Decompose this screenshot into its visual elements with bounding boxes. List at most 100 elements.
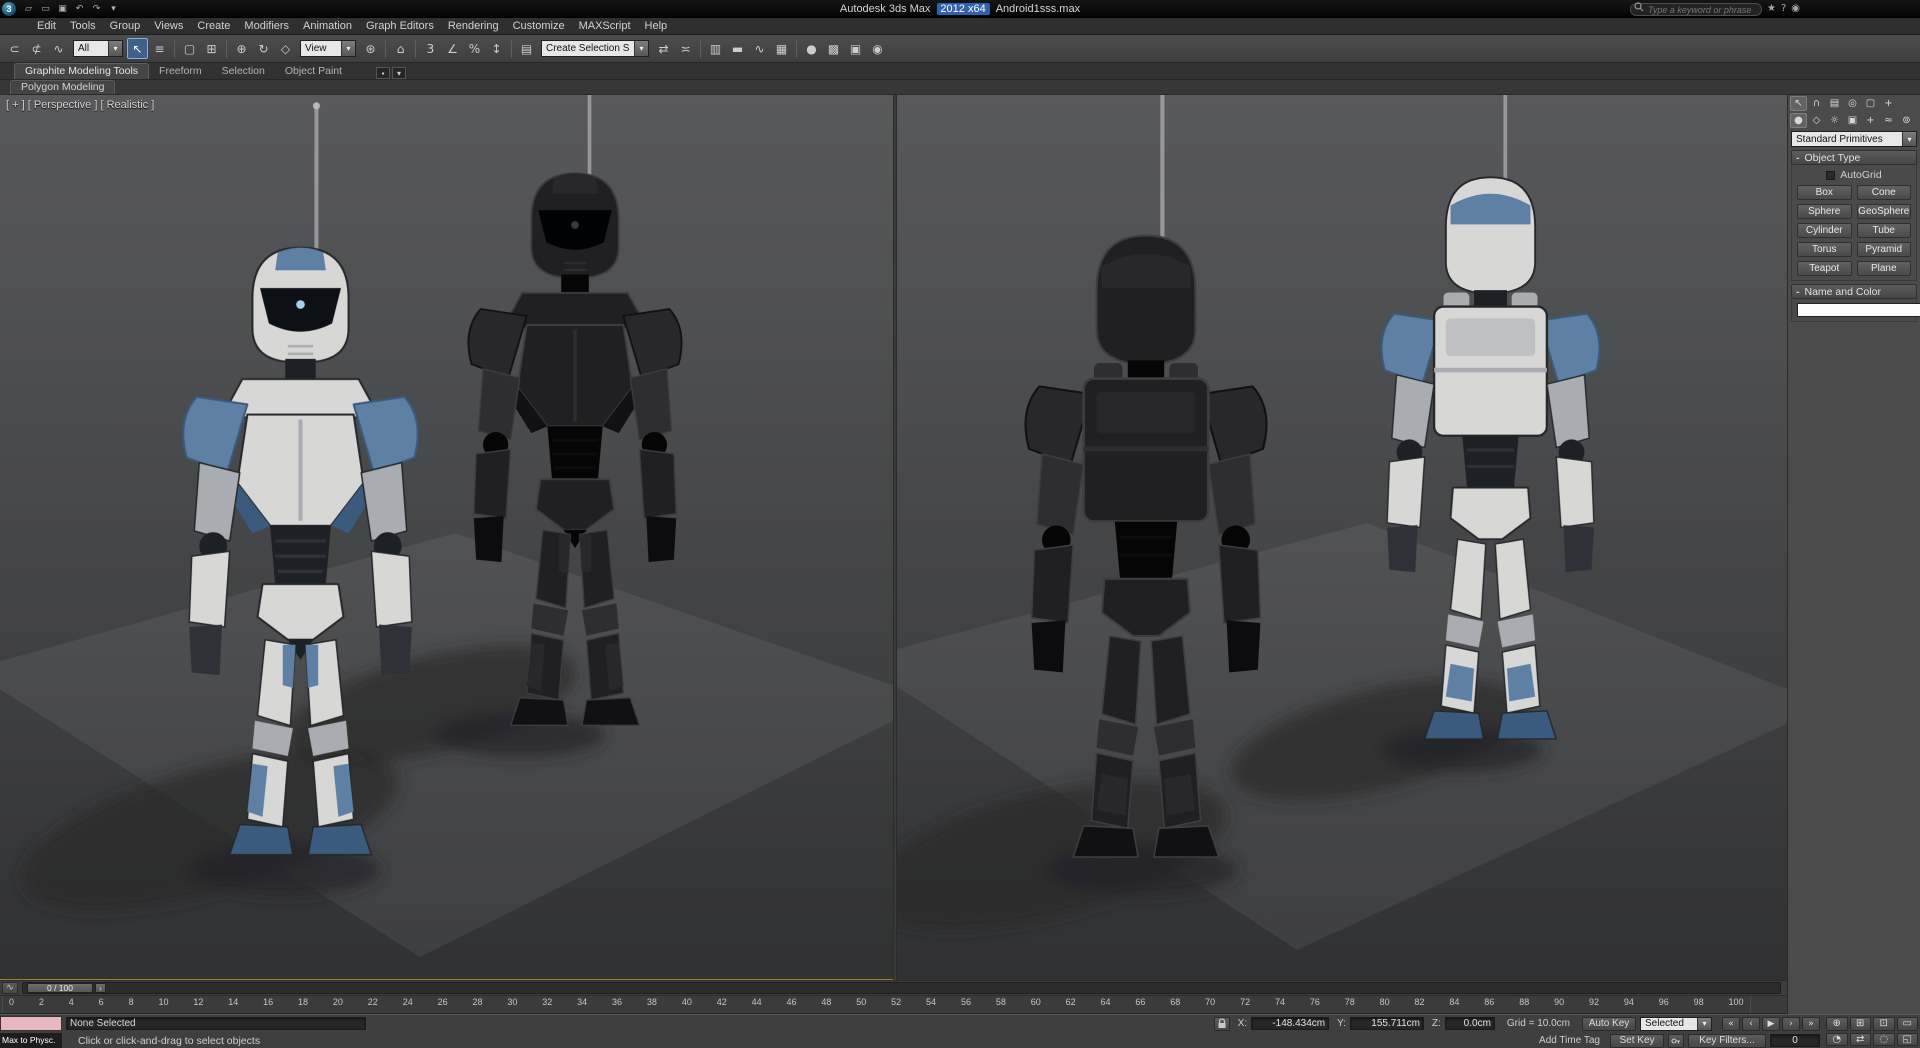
cameras-category-icon[interactable]: ▣: [1844, 113, 1861, 128]
zoom-icon[interactable]: ⊕: [1826, 1017, 1848, 1031]
selection-lock-toggle[interactable]: [1214, 1017, 1230, 1031]
edit-named-selection-sets-icon[interactable]: ▤: [516, 38, 537, 59]
new-scene-icon[interactable]: ▱: [21, 2, 36, 16]
menu-item[interactable]: Customize: [506, 20, 572, 32]
object-type-button[interactable]: Teapot: [1797, 261, 1852, 276]
autogrid-checkbox[interactable]: [1826, 171, 1835, 180]
layer-manager-icon[interactable]: ▥: [705, 38, 726, 59]
name-and-color-rollout-header[interactable]: - Name and Color: [1791, 284, 1917, 299]
maximize-viewport-icon[interactable]: ◱: [1897, 1033, 1919, 1047]
open-file-icon[interactable]: ▭: [38, 2, 53, 16]
menu-item[interactable]: Create: [190, 20, 237, 32]
orbit-icon[interactable]: ◌: [1873, 1033, 1895, 1047]
menu-item[interactable]: Modifiers: [237, 20, 296, 32]
set-key-button[interactable]: Set Key: [1610, 1034, 1664, 1048]
key-mode-toggle[interactable]: [1668, 1034, 1684, 1048]
field-of-view-icon[interactable]: ◔: [1826, 1033, 1848, 1047]
object-type-button[interactable]: Pyramid: [1857, 242, 1912, 257]
align-icon[interactable]: ≍: [675, 38, 696, 59]
select-and-link-icon[interactable]: ⊂: [4, 38, 25, 59]
material-editor-icon[interactable]: ●: [801, 38, 822, 59]
menu-item[interactable]: Animation: [296, 20, 359, 32]
schematic-view-icon[interactable]: ▦: [771, 38, 792, 59]
object-type-button[interactable]: Sphere: [1797, 204, 1852, 219]
auto-key-button[interactable]: Auto Key: [1582, 1017, 1636, 1031]
time-slider-next-nub[interactable]: ›: [95, 983, 106, 993]
time-slider-track[interactable]: 0 / 100 ›: [22, 982, 1781, 994]
angle-snap-icon[interactable]: ∠: [442, 38, 463, 59]
pan-view-icon[interactable]: ⇄: [1850, 1033, 1872, 1047]
curve-editor-icon[interactable]: ∿: [749, 38, 770, 59]
undo-icon[interactable]: ↶: [72, 2, 87, 16]
graphite-ribbon-toggle-icon[interactable]: ▬: [727, 38, 748, 59]
geometry-category-icon[interactable]: ●: [1790, 113, 1807, 128]
rendered-frame-window-icon[interactable]: ▣: [845, 38, 866, 59]
named-selection-set-dropdown[interactable]: Create Selection S▾: [541, 40, 649, 57]
object-type-button[interactable]: GeoSphere: [1857, 204, 1912, 219]
viewport-right-active[interactable]: [897, 95, 1787, 980]
mirror-icon[interactable]: ⇄: [653, 38, 674, 59]
y-coordinate-field[interactable]: 155.711cm: [1350, 1017, 1424, 1030]
add-time-tag[interactable]: Add Time Tag: [1539, 1035, 1600, 1046]
viewport-left[interactable]: [ + ] [ Perspective ] [ Realistic ]: [0, 95, 893, 980]
viewport-label[interactable]: [ + ] [ Perspective ] [ Realistic ]: [6, 99, 154, 111]
object-name-input[interactable]: [1797, 303, 1920, 317]
rectangular-selection-region-icon[interactable]: ▢: [179, 38, 200, 59]
current-frame-field[interactable]: 0: [1770, 1034, 1820, 1047]
ribbon-tab[interactable]: Freeform: [149, 64, 212, 79]
object-type-button[interactable]: Tube: [1857, 223, 1912, 238]
go-to-start-button[interactable]: «: [1722, 1017, 1740, 1031]
select-and-rotate-icon[interactable]: ↻: [253, 38, 274, 59]
menu-item[interactable]: Edit: [30, 20, 63, 32]
object-category-dropdown[interactable]: Standard Primitives▾: [1791, 131, 1917, 147]
menu-item[interactable]: Help: [638, 20, 675, 32]
ribbon-display-toggle-icon[interactable]: ▪: [376, 67, 390, 79]
unlink-selection-icon[interactable]: ⊄: [26, 38, 47, 59]
window-crossing-icon[interactable]: ⊞: [201, 38, 222, 59]
object-type-button[interactable]: Plane: [1857, 261, 1912, 276]
menu-item[interactable]: Graph Editors: [359, 20, 441, 32]
track-bar[interactable]: 0246810121416182022242628303234363840424…: [0, 995, 1787, 1014]
viewport-canvas-left[interactable]: [0, 95, 893, 980]
select-and-scale-icon[interactable]: ◇: [275, 38, 296, 59]
zoom-region-icon[interactable]: ▭: [1897, 1017, 1919, 1031]
object-type-button[interactable]: Cylinder: [1797, 223, 1852, 238]
play-button[interactable]: ▶: [1762, 1017, 1780, 1031]
key-filters-button[interactable]: Key Filters...: [1688, 1034, 1766, 1048]
key-selection-dropdown[interactable]: Selected▾: [1640, 1017, 1712, 1031]
ribbon-tab[interactable]: Graphite Modeling Tools: [14, 63, 149, 79]
polygon-modeling-panel-tab[interactable]: Polygon Modeling: [10, 80, 115, 94]
x-coordinate-field[interactable]: -148.434cm: [1251, 1017, 1329, 1030]
app-logo[interactable]: 3: [2, 2, 16, 16]
snap-toggle-3d-icon[interactable]: 3: [420, 38, 441, 59]
modify-tab-icon[interactable]: ∩: [1808, 96, 1825, 111]
object-type-rollout-header[interactable]: - Object Type: [1791, 150, 1917, 165]
save-file-icon[interactable]: ▣: [55, 2, 70, 16]
object-type-button[interactable]: Box: [1797, 185, 1852, 200]
maxscript-mini-listener[interactable]: Max to Physc.: [0, 1033, 62, 1048]
search-input[interactable]: [1630, 3, 1762, 16]
helpers-category-icon[interactable]: +: [1862, 113, 1879, 128]
render-setup-icon[interactable]: ▩: [823, 38, 844, 59]
create-tab-icon[interactable]: ↖: [1790, 96, 1807, 111]
redo-icon[interactable]: ↷: [89, 2, 104, 16]
project-folder-icon[interactable]: ▾: [106, 2, 121, 16]
menu-item[interactable]: Rendering: [441, 20, 506, 32]
go-to-end-button[interactable]: »: [1802, 1017, 1820, 1031]
object-type-button[interactable]: Torus: [1797, 242, 1852, 257]
space-warps-category-icon[interactable]: ≈: [1880, 113, 1897, 128]
select-and-manipulate-icon[interactable]: ⊛: [360, 38, 381, 59]
keyboard-override-icon[interactable]: ⌂: [390, 38, 411, 59]
spinner-snap-icon[interactable]: ↕: [486, 38, 507, 59]
viewport-canvas-right[interactable]: [897, 95, 1787, 980]
motion-tab-icon[interactable]: ◎: [1844, 96, 1861, 111]
bind-to-space-warp-icon[interactable]: ∿: [48, 38, 69, 59]
z-coordinate-field[interactable]: 0.0cm: [1445, 1017, 1495, 1030]
menu-item[interactable]: Views: [147, 20, 190, 32]
utilities-tab-icon[interactable]: +: [1880, 96, 1897, 111]
mini-curve-editor-button[interactable]: ∿: [2, 982, 18, 994]
shapes-category-icon[interactable]: ◇: [1808, 113, 1825, 128]
hierarchy-tab-icon[interactable]: ▤: [1826, 96, 1843, 111]
help-icon[interactable]: ?: [1781, 3, 1786, 14]
zoom-extents-icon[interactable]: ⊡: [1873, 1017, 1895, 1031]
